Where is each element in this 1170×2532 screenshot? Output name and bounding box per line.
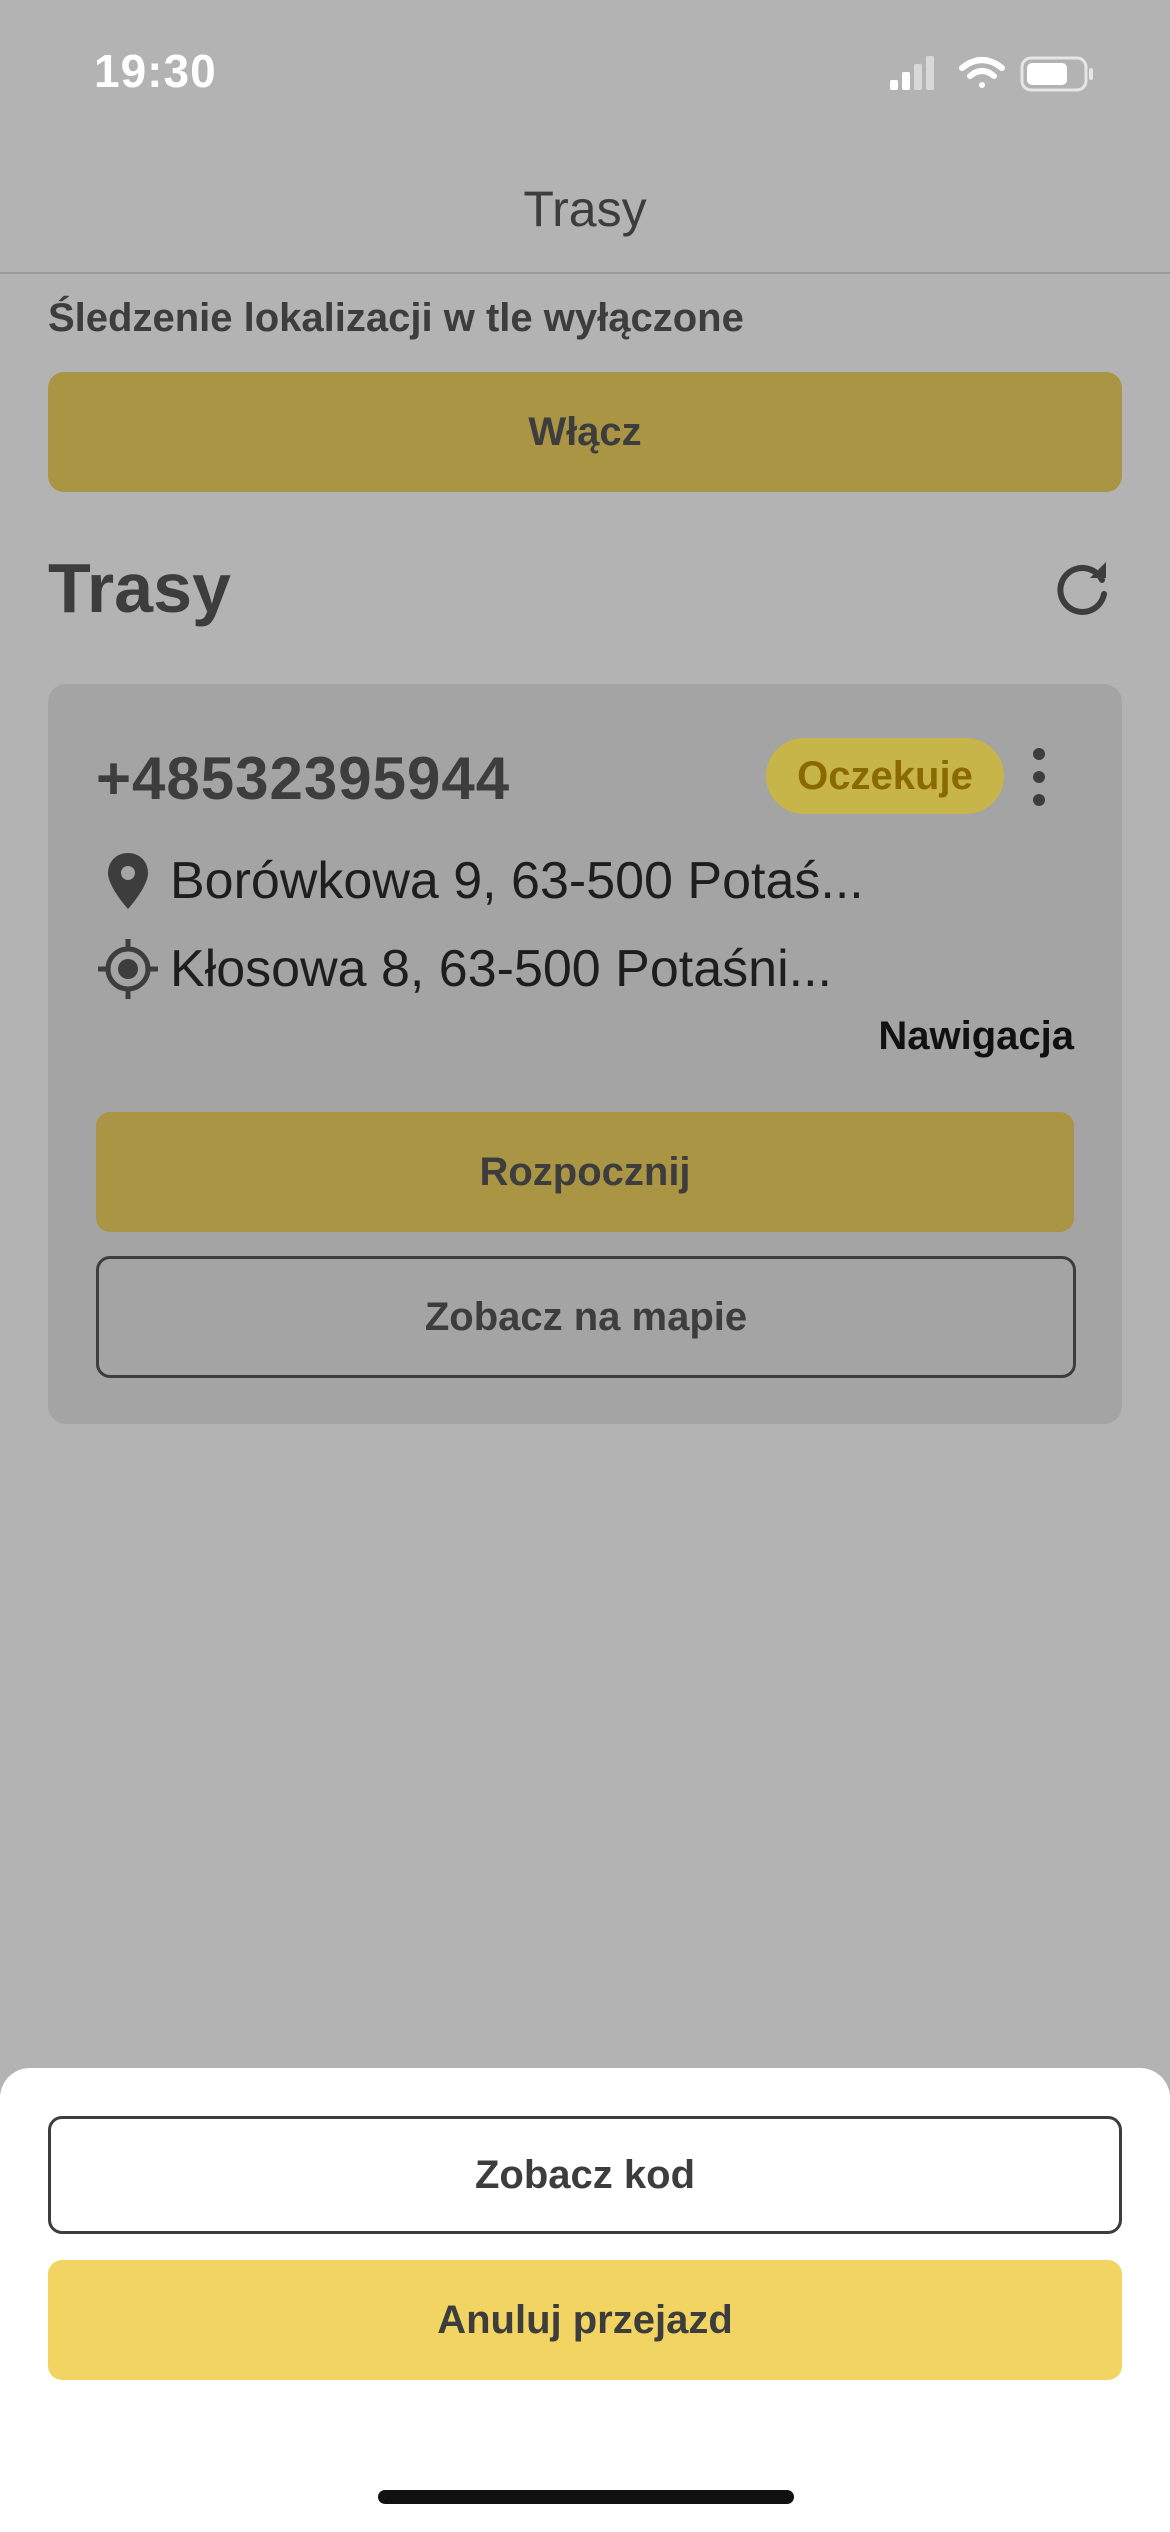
page-title: Trasy xyxy=(523,181,647,237)
destination-address: Kłosowa 8, 63-500 Potaśni... xyxy=(170,940,832,998)
navigation-link[interactable]: Nawigacja xyxy=(878,1014,1074,1059)
route-phone-number: +48532395944 xyxy=(96,745,511,812)
section-title: Trasy xyxy=(48,549,231,627)
pickup-address-row: Borówkowa 9, 63-500 Potaś... xyxy=(96,846,864,916)
route-card: +48532395944 Oczekuje Borówkowa 9, 63-50… xyxy=(48,684,1122,1424)
pickup-address: Borówkowa 9, 63-500 Potaś... xyxy=(170,852,864,910)
status-bar: 19:30 xyxy=(0,0,1170,150)
status-time: 19:30 xyxy=(94,45,217,97)
more-options-icon[interactable] xyxy=(1024,742,1054,812)
enable-tracking-button[interactable]: Włącz xyxy=(48,372,1122,492)
location-pin-icon xyxy=(108,853,148,909)
target-icon xyxy=(98,939,158,999)
home-indicator xyxy=(378,2490,794,2504)
status-icons xyxy=(890,56,1093,92)
screen: 19:30 Trasy Śledzenie lokalizacji w tle … xyxy=(0,0,1170,2532)
tracking-disabled-message: Śledzenie lokalizacji w tle wyłączone xyxy=(48,296,744,340)
battery-icon xyxy=(1020,56,1093,92)
view-on-map-button[interactable]: Zobacz na mapie xyxy=(96,1256,1076,1378)
signal-icon xyxy=(890,56,934,90)
wifi-icon xyxy=(959,57,1005,88)
cancel-ride-button[interactable]: Anuluj przejazd xyxy=(48,2260,1122,2380)
view-code-button[interactable]: Zobacz kod xyxy=(48,2116,1122,2234)
destination-address-row: Kłosowa 8, 63-500 Potaśni... xyxy=(96,934,832,1004)
start-route-button[interactable]: Rozpocznij xyxy=(96,1112,1074,1232)
action-sheet: Zobacz kod Anuluj przejazd xyxy=(0,2068,1170,2532)
refresh-icon[interactable] xyxy=(1054,558,1114,618)
status-badge: Oczekuje xyxy=(766,738,1004,814)
